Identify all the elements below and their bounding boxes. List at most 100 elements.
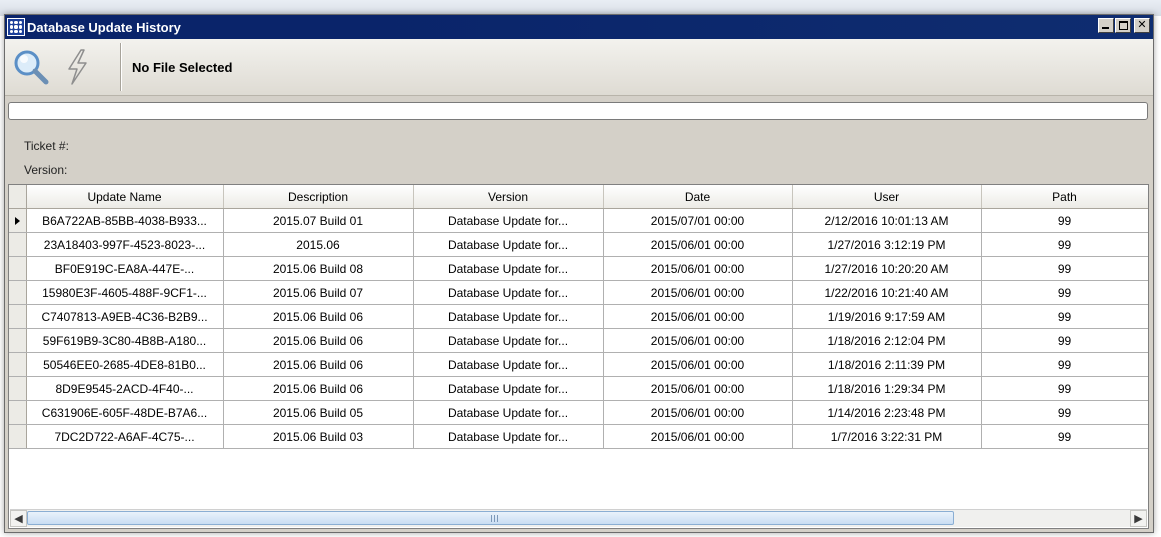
row-selector[interactable]: [9, 400, 27, 425]
row-selector[interactable]: [9, 424, 27, 449]
cell-version[interactable]: Database Update for...: [413, 232, 604, 257]
header-path[interactable]: Path: [981, 185, 1148, 209]
header-description[interactable]: Description: [223, 185, 414, 209]
cell-update-name[interactable]: 59F619B9-3C80-4B8B-A180...: [26, 328, 224, 353]
row-selector[interactable]: [9, 352, 27, 377]
cell-date[interactable]: 2015/06/01 00:00: [603, 376, 793, 401]
table-row[interactable]: 15980E3F-4605-488F-9CF1-... 2015.06 Build…: [9, 280, 1148, 305]
path-field[interactable]: [8, 102, 1148, 120]
cell-path[interactable]: 99: [981, 400, 1148, 425]
cell-date[interactable]: 2015/06/01 00:00: [603, 424, 793, 449]
scroll-left-button[interactable]: ◀: [10, 510, 27, 527]
cell-path[interactable]: 99: [981, 424, 1148, 449]
row-selector[interactable]: [9, 232, 27, 257]
table-row[interactable]: 7DC2D722-A6AF-4C75-... 2015.06 Build 03 Da…: [9, 424, 1148, 449]
cell-date[interactable]: 2015/07/01 00:00: [603, 208, 793, 233]
cell-description[interactable]: 2015.07 Build 01: [223, 208, 414, 233]
cell-update-name[interactable]: 15980E3F-4605-488F-9CF1-...: [26, 280, 224, 305]
cell-path[interactable]: 99: [981, 328, 1148, 353]
cell-user[interactable]: 1/27/2016 3:12:19 PM: [792, 232, 982, 257]
row-selector[interactable]: [9, 328, 27, 353]
cell-user[interactable]: 1/27/2016 10:20:20 AM: [792, 256, 982, 281]
cell-date[interactable]: 2015/06/01 00:00: [603, 232, 793, 257]
cell-path[interactable]: 99: [981, 304, 1148, 329]
cell-path[interactable]: 99: [981, 376, 1148, 401]
horizontal-scrollbar[interactable]: ◀ ▶: [10, 509, 1147, 527]
cell-description[interactable]: 2015.06 Build 06: [223, 328, 414, 353]
cell-update-name[interactable]: C7407813-A9EB-4C36-B2B9...: [26, 304, 224, 329]
table-row[interactable]: BF0E919C-EA8A-447E-... 2015.06 Build 08 Da…: [9, 256, 1148, 281]
table-row[interactable]: 59F619B9-3C80-4B8B-A180... 2015.06 Build …: [9, 328, 1148, 353]
cell-user[interactable]: 1/18/2016 2:12:04 PM: [792, 328, 982, 353]
cell-update-name[interactable]: 23A18403-997F-4523-8023-...: [26, 232, 224, 257]
scroll-thumb[interactable]: [27, 511, 954, 525]
cell-update-name[interactable]: BF0E919C-EA8A-447E-...: [26, 256, 224, 281]
header-update-name[interactable]: Update Name: [26, 185, 224, 209]
magnifier-icon[interactable]: [11, 47, 51, 87]
close-button[interactable]: ✕: [1134, 18, 1150, 33]
cell-description[interactable]: 2015.06 Build 06: [223, 352, 414, 377]
cell-date[interactable]: 2015/06/01 00:00: [603, 352, 793, 377]
cell-update-name[interactable]: 7DC2D722-A6AF-4C75-...: [26, 424, 224, 449]
header-date[interactable]: Date: [603, 185, 793, 209]
cell-version[interactable]: Database Update for...: [413, 424, 604, 449]
cell-user[interactable]: 2/12/2016 10:01:13 AM: [792, 208, 982, 233]
cell-version[interactable]: Database Update for...: [413, 352, 604, 377]
maximize-button[interactable]: [1115, 18, 1131, 33]
scroll-track[interactable]: [27, 510, 1130, 527]
cell-update-name[interactable]: 50546EE0-2685-4DE8-81B0...: [26, 352, 224, 377]
cell-date[interactable]: 2015/06/01 00:00: [603, 280, 793, 305]
cell-description[interactable]: 2015.06 Build 03: [223, 424, 414, 449]
cell-date[interactable]: 2015/06/01 00:00: [603, 304, 793, 329]
cell-version[interactable]: Database Update for...: [413, 208, 604, 233]
cell-date[interactable]: 2015/06/01 00:00: [603, 400, 793, 425]
table-row[interactable]: C631906E-605F-48DE-B7A6... 2015.06 Build …: [9, 400, 1148, 425]
cell-update-name[interactable]: C631906E-605F-48DE-B7A6...: [26, 400, 224, 425]
cell-update-name[interactable]: 8D9E9545-2ACD-4F40-...: [26, 376, 224, 401]
cell-path[interactable]: 99: [981, 232, 1148, 257]
table-row[interactable]: 23A18403-997F-4523-8023-... 2015.06 Databa…: [9, 232, 1148, 257]
update-history-grid[interactable]: Update Name Description Version Date Use…: [8, 184, 1149, 529]
cell-description[interactable]: 2015.06 Build 07: [223, 280, 414, 305]
row-selector[interactable]: [9, 280, 27, 305]
cell-user[interactable]: 1/7/2016 3:22:31 PM: [792, 424, 982, 449]
cell-description[interactable]: 2015.06 Build 05: [223, 400, 414, 425]
cell-user[interactable]: 1/18/2016 2:11:39 PM: [792, 352, 982, 377]
cell-description[interactable]: 2015.06: [223, 232, 414, 257]
cell-path[interactable]: 99: [981, 280, 1148, 305]
cell-date[interactable]: 2015/06/01 00:00: [603, 328, 793, 353]
cell-version[interactable]: Database Update for...: [413, 280, 604, 305]
table-row[interactable]: C7407813-A9EB-4C36-B2B9... 2015.06 Build …: [9, 304, 1148, 329]
table-row[interactable]: B6A722AB-85BB-4038-B933... 2015.07 Build …: [9, 208, 1148, 233]
cell-path[interactable]: 99: [981, 256, 1148, 281]
cell-path[interactable]: 99: [981, 208, 1148, 233]
cell-user[interactable]: 1/22/2016 10:21:40 AM: [792, 280, 982, 305]
cell-description[interactable]: 2015.06 Build 06: [223, 304, 414, 329]
cell-version[interactable]: Database Update for...: [413, 328, 604, 353]
cell-version[interactable]: Database Update for...: [413, 304, 604, 329]
cell-user[interactable]: 1/19/2016 9:17:59 AM: [792, 304, 982, 329]
title-bar[interactable]: Database Update History ✕: [5, 15, 1153, 39]
cell-description[interactable]: 2015.06 Build 06: [223, 376, 414, 401]
cell-version[interactable]: Database Update for...: [413, 400, 604, 425]
cell-user[interactable]: 1/14/2016 2:23:48 PM: [792, 400, 982, 425]
table-row[interactable]: 8D9E9545-2ACD-4F40-... 2015.06 Build 06 Da…: [9, 376, 1148, 401]
cell-update-name[interactable]: B6A722AB-85BB-4038-B933...: [26, 208, 224, 233]
cell-version[interactable]: Database Update for...: [413, 376, 604, 401]
header-user[interactable]: User: [792, 185, 982, 209]
table-row[interactable]: 50546EE0-2685-4DE8-81B0... 2015.06 Build …: [9, 352, 1148, 377]
window-controls: ✕: [1098, 18, 1150, 33]
minimize-button[interactable]: [1098, 18, 1114, 33]
lightning-icon[interactable]: [57, 47, 97, 87]
row-selector[interactable]: [9, 256, 27, 281]
row-selector[interactable]: [9, 304, 27, 329]
cell-description[interactable]: 2015.06 Build 08: [223, 256, 414, 281]
row-selector[interactable]: [9, 208, 27, 233]
header-version[interactable]: Version: [413, 185, 604, 209]
cell-date[interactable]: 2015/06/01 00:00: [603, 256, 793, 281]
scroll-right-button[interactable]: ▶: [1130, 510, 1147, 527]
cell-user[interactable]: 1/18/2016 1:29:34 PM: [792, 376, 982, 401]
row-selector[interactable]: [9, 376, 27, 401]
cell-path[interactable]: 99: [981, 352, 1148, 377]
cell-version[interactable]: Database Update for...: [413, 256, 604, 281]
